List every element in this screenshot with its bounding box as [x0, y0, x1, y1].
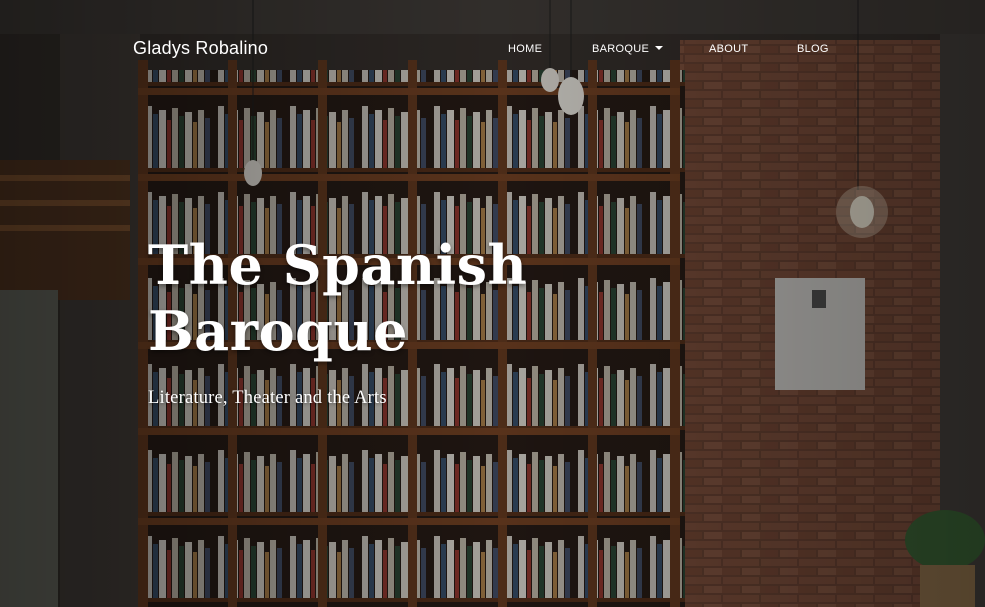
hero-section: Gladys Robalino HOME BAROQUE ABOUT BLOG …: [0, 0, 985, 607]
nav-item-baroque[interactable]: BAROQUE: [592, 43, 664, 55]
nav-item-home[interactable]: HOME: [508, 43, 542, 55]
navbar: Gladys Robalino HOME BAROQUE ABOUT BLOG: [0, 0, 985, 100]
page-title: The Spanish Baroque: [148, 233, 528, 363]
nav-item-blog[interactable]: BLOG: [797, 43, 829, 55]
nav-menu: HOME BAROQUE ABOUT BLOG: [0, 43, 985, 59]
hero-heading-block: The Spanish Baroque Literature, Theater …: [148, 232, 668, 409]
nav-item-about[interactable]: ABOUT: [709, 43, 748, 55]
dropdown-caret-icon: [655, 46, 664, 50]
page-subtitle: Literature, Theater and the Arts: [148, 388, 387, 408]
nav-item-baroque-label: BAROQUE: [592, 43, 650, 55]
